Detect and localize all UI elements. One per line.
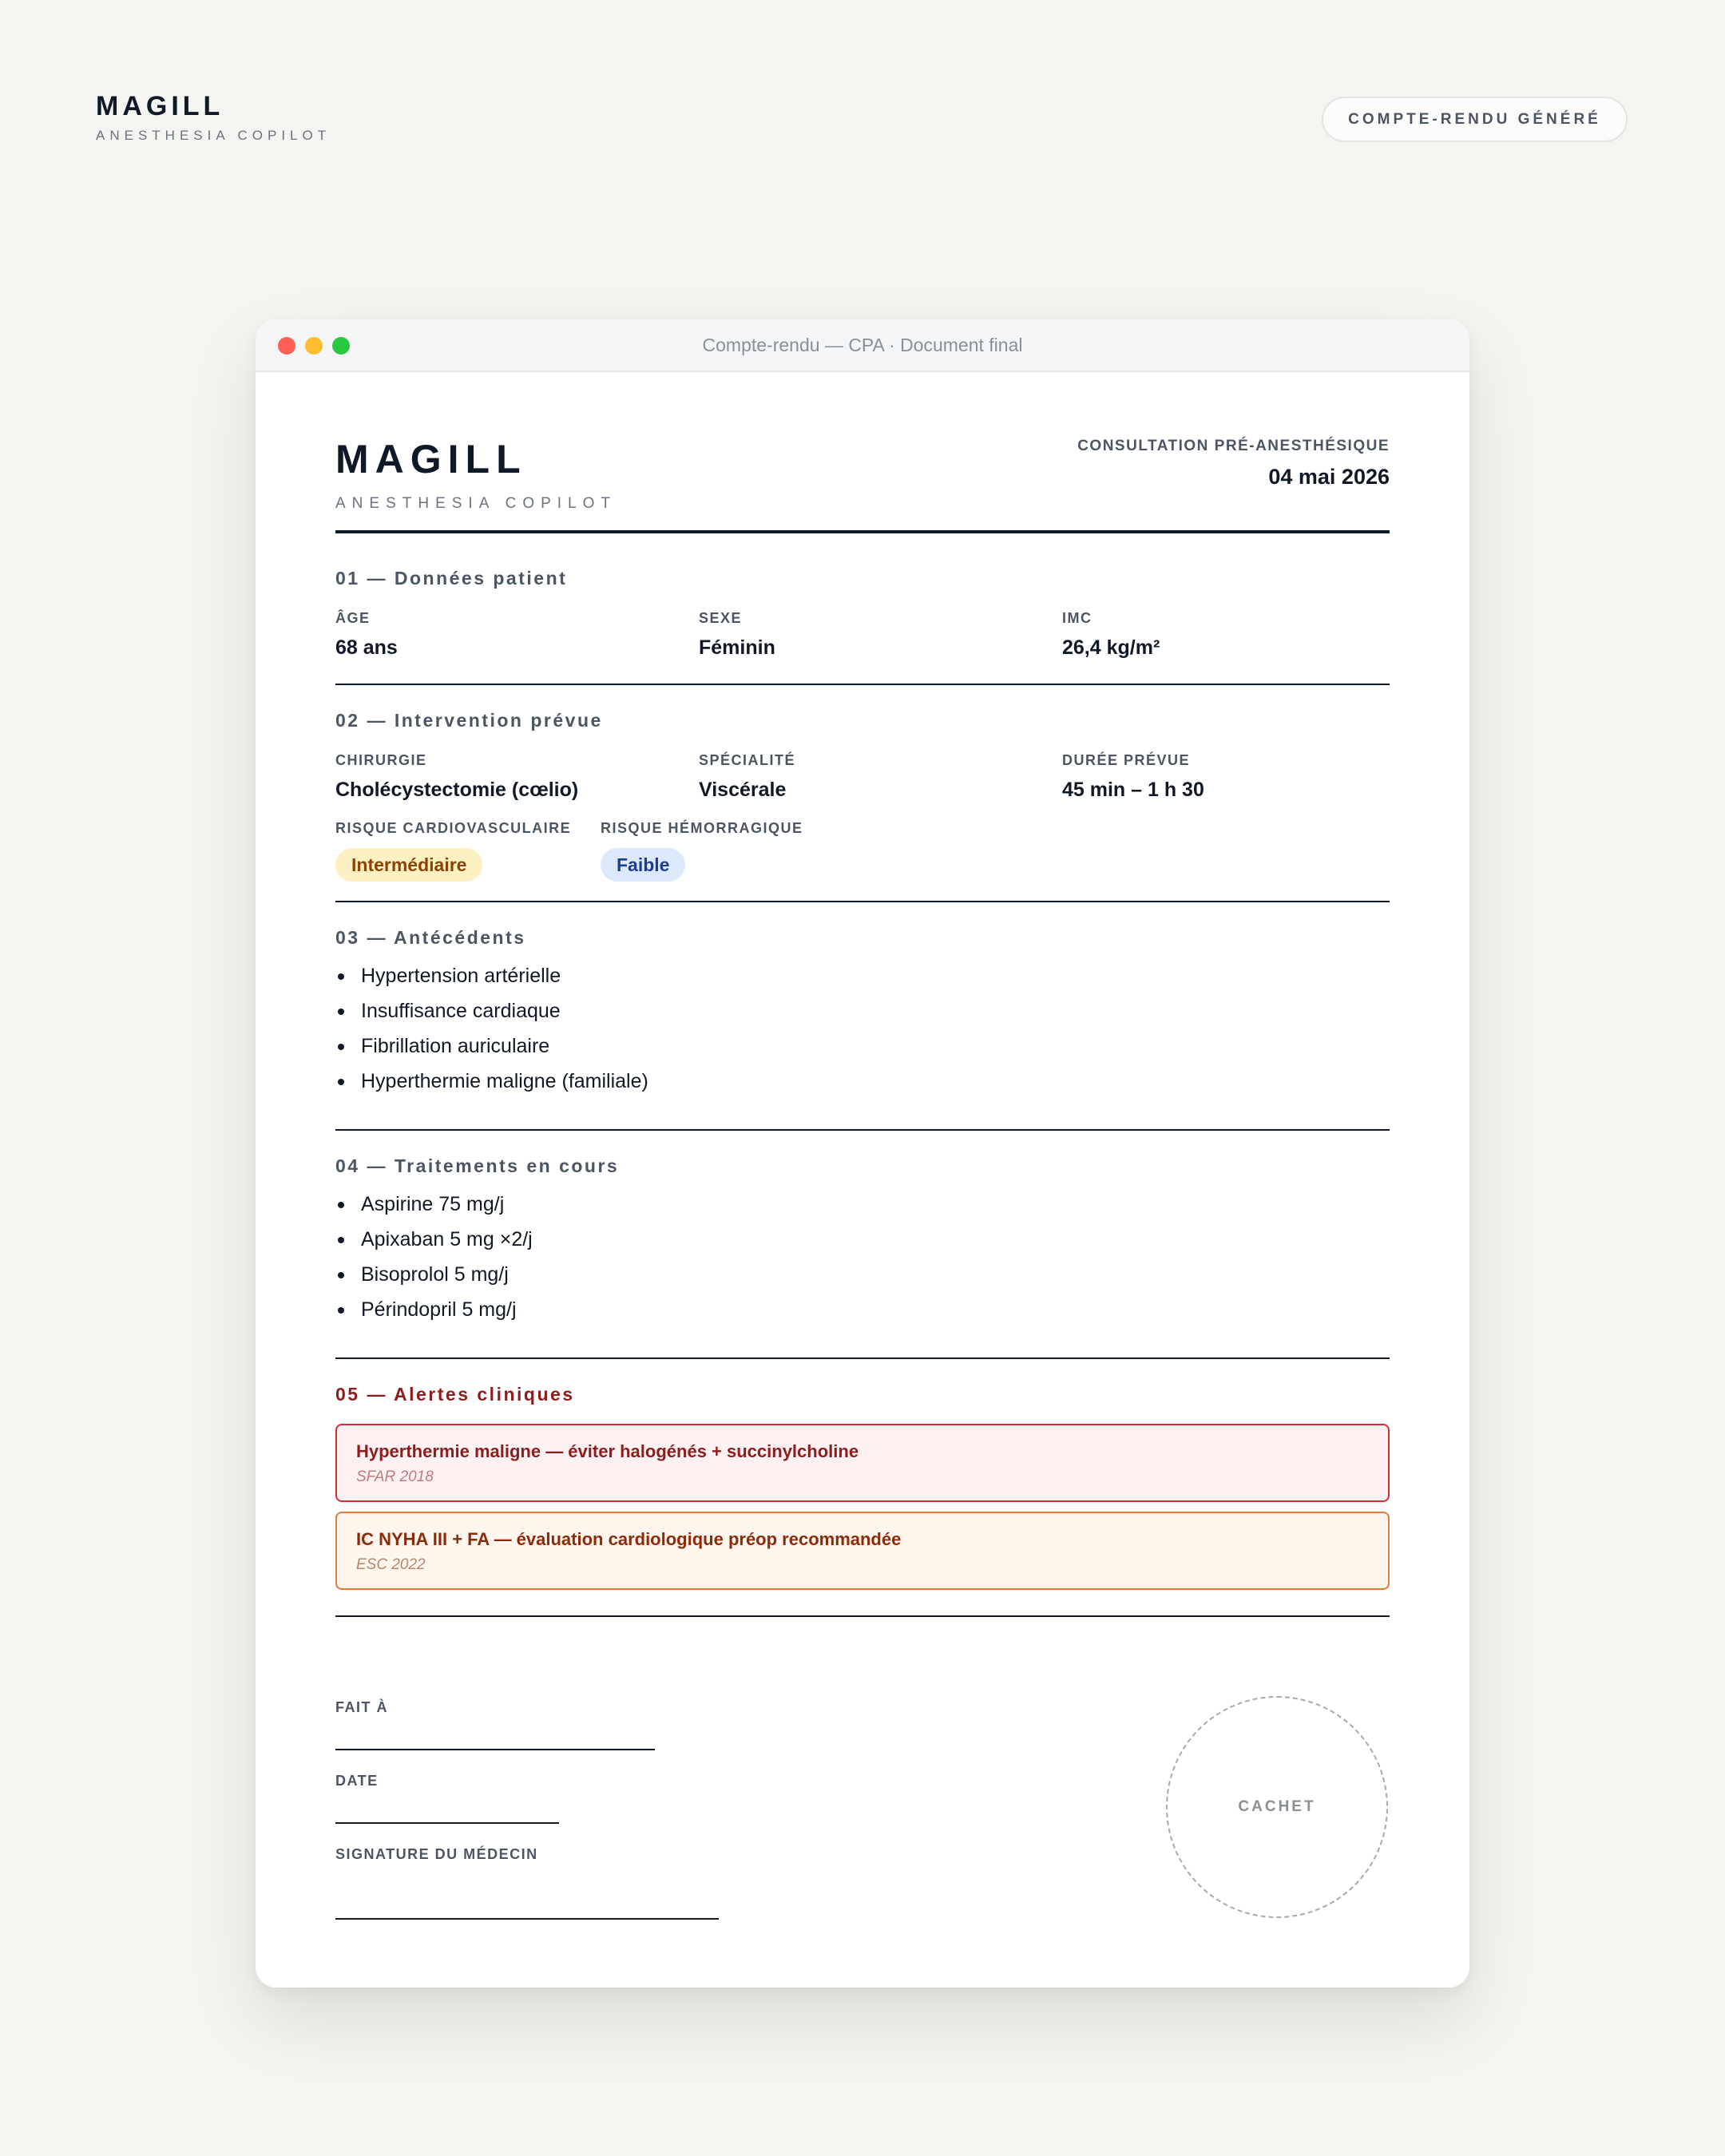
alert-source: ESC 2022 xyxy=(356,1556,426,1573)
section-divider xyxy=(335,1357,1390,1359)
signature-doctor-label: SIGNATURE DU MÉDECIN xyxy=(335,1846,538,1862)
section-divider xyxy=(335,901,1390,902)
section-divider xyxy=(335,1615,1390,1617)
app-name: MAGILL xyxy=(96,91,224,121)
list-item: Hypertension artérielle xyxy=(335,958,648,993)
stamp-label: CACHET xyxy=(1238,1798,1316,1815)
list-item: Aspirine 75 mg/j xyxy=(335,1187,533,1222)
field-value: Viscérale xyxy=(699,779,787,801)
treatments-list: Aspirine 75 mg/j Apixaban 5 mg ×2/j Biso… xyxy=(335,1187,533,1327)
field-label: SPÉCIALITÉ xyxy=(699,752,796,768)
stamp-area: CACHET xyxy=(1166,1696,1388,1918)
document-brand-tagline: ANESTHESIA COPILOT xyxy=(335,495,617,512)
alert-card-warning: IC NYHA III + FA — évaluation cardiologi… xyxy=(335,1512,1390,1590)
field-surgery: CHIRURGIE Cholécystectomie (cœlio) xyxy=(335,752,578,802)
alert-message: Hyperthermie maligne — éviter halogénés … xyxy=(356,1441,859,1461)
document-brand: MAGILL ANESTHESIA COPILOT xyxy=(335,439,617,513)
list-item: Fibrillation auriculaire xyxy=(335,1028,648,1064)
document-window: Compte-rendu — CPA · Document final MAGI… xyxy=(256,319,1469,1988)
field-label: DURÉE PRÉVUE xyxy=(1062,752,1191,768)
app-brand: MAGILL ANESTHESIA COPILOT xyxy=(96,93,331,144)
field-value: Féminin xyxy=(699,636,775,659)
section-divider xyxy=(335,684,1390,685)
alert-card-danger: Hyperthermie maligne — éviter halogénés … xyxy=(335,1424,1390,1502)
document-kind: CONSULTATION PRÉ-ANESTHÉSIQUE xyxy=(1077,438,1390,454)
section-divider xyxy=(335,1129,1390,1131)
window-title: Compte-rendu — CPA · Document final xyxy=(702,335,1023,355)
risk-hemorrhagic: RISQUE HÉMORRAGIQUE Faible xyxy=(601,820,803,882)
signature-place-label: FAIT À xyxy=(335,1699,388,1715)
field-label: SEXE xyxy=(699,610,743,626)
document-meta: CONSULTATION PRÉ-ANESTHÉSIQUE 04 mai 202… xyxy=(1077,438,1390,489)
section-title-patient: 01 — Données patient xyxy=(335,568,568,589)
section-title-intervention: 02 — Intervention prévue xyxy=(335,710,603,731)
header-divider xyxy=(335,530,1390,533)
list-item: Hyperthermie maligne (familiale) xyxy=(335,1064,648,1099)
status-badge: COMPTE-RENDU GÉNÉRÉ xyxy=(1322,97,1628,142)
field-value: 68 ans xyxy=(335,636,398,659)
field-age: ÂGE 68 ans xyxy=(335,610,398,660)
field-value: 45 min – 1 h 30 xyxy=(1062,779,1204,801)
risk-badge-intermediate: Intermédiaire xyxy=(335,848,483,882)
field-sex: SEXE Féminin xyxy=(699,610,775,660)
signature-date-line[interactable] xyxy=(335,1822,559,1824)
alert-message: IC NYHA III + FA — évaluation cardiologi… xyxy=(356,1529,902,1549)
field-value: 26,4 kg/m² xyxy=(1062,636,1160,659)
alert-source: SFAR 2018 xyxy=(356,1468,434,1485)
field-value: Cholécystectomie (cœlio) xyxy=(335,779,579,801)
field-label: CHIRURGIE xyxy=(335,752,427,768)
window-titlebar: Compte-rendu — CPA · Document final xyxy=(256,319,1469,372)
list-item: Insuffisance cardiaque xyxy=(335,993,648,1028)
signature-date-label: DATE xyxy=(335,1773,379,1789)
document-brand-name: MAGILL xyxy=(335,437,527,482)
signature-doctor-line[interactable] xyxy=(335,1918,719,1920)
section-title-alerts: 05 — Alertes cliniques xyxy=(335,1384,575,1405)
list-item: Apixaban 5 mg ×2/j xyxy=(335,1222,533,1257)
risk-cardiovascular: RISQUE CARDIOVASCULAIRE Intermédiaire xyxy=(335,820,571,882)
signature-place-line[interactable] xyxy=(335,1749,655,1750)
app-tagline: ANESTHESIA COPILOT xyxy=(96,128,331,143)
risk-label: RISQUE CARDIOVASCULAIRE xyxy=(335,820,572,836)
risk-badge-low: Faible xyxy=(601,848,686,882)
field-duration: DURÉE PRÉVUE 45 min – 1 h 30 xyxy=(1062,752,1204,802)
field-label: IMC xyxy=(1062,610,1092,626)
list-item: Périndopril 5 mg/j xyxy=(335,1292,533,1327)
field-label: ÂGE xyxy=(335,610,371,626)
history-list: Hypertension artérielle Insuffisance car… xyxy=(335,958,648,1099)
field-bmi: IMC 26,4 kg/m² xyxy=(1062,610,1160,660)
field-specialty: SPÉCIALITÉ Viscérale xyxy=(699,752,795,802)
risk-label: RISQUE HÉMORRAGIQUE xyxy=(601,820,803,836)
list-item: Bisoprolol 5 mg/j xyxy=(335,1257,533,1292)
section-title-history: 03 — Antécédents xyxy=(335,927,526,948)
document-date: 04 mai 2026 xyxy=(1268,465,1390,489)
section-title-treatments: 04 — Traitements en cours xyxy=(335,1155,620,1176)
